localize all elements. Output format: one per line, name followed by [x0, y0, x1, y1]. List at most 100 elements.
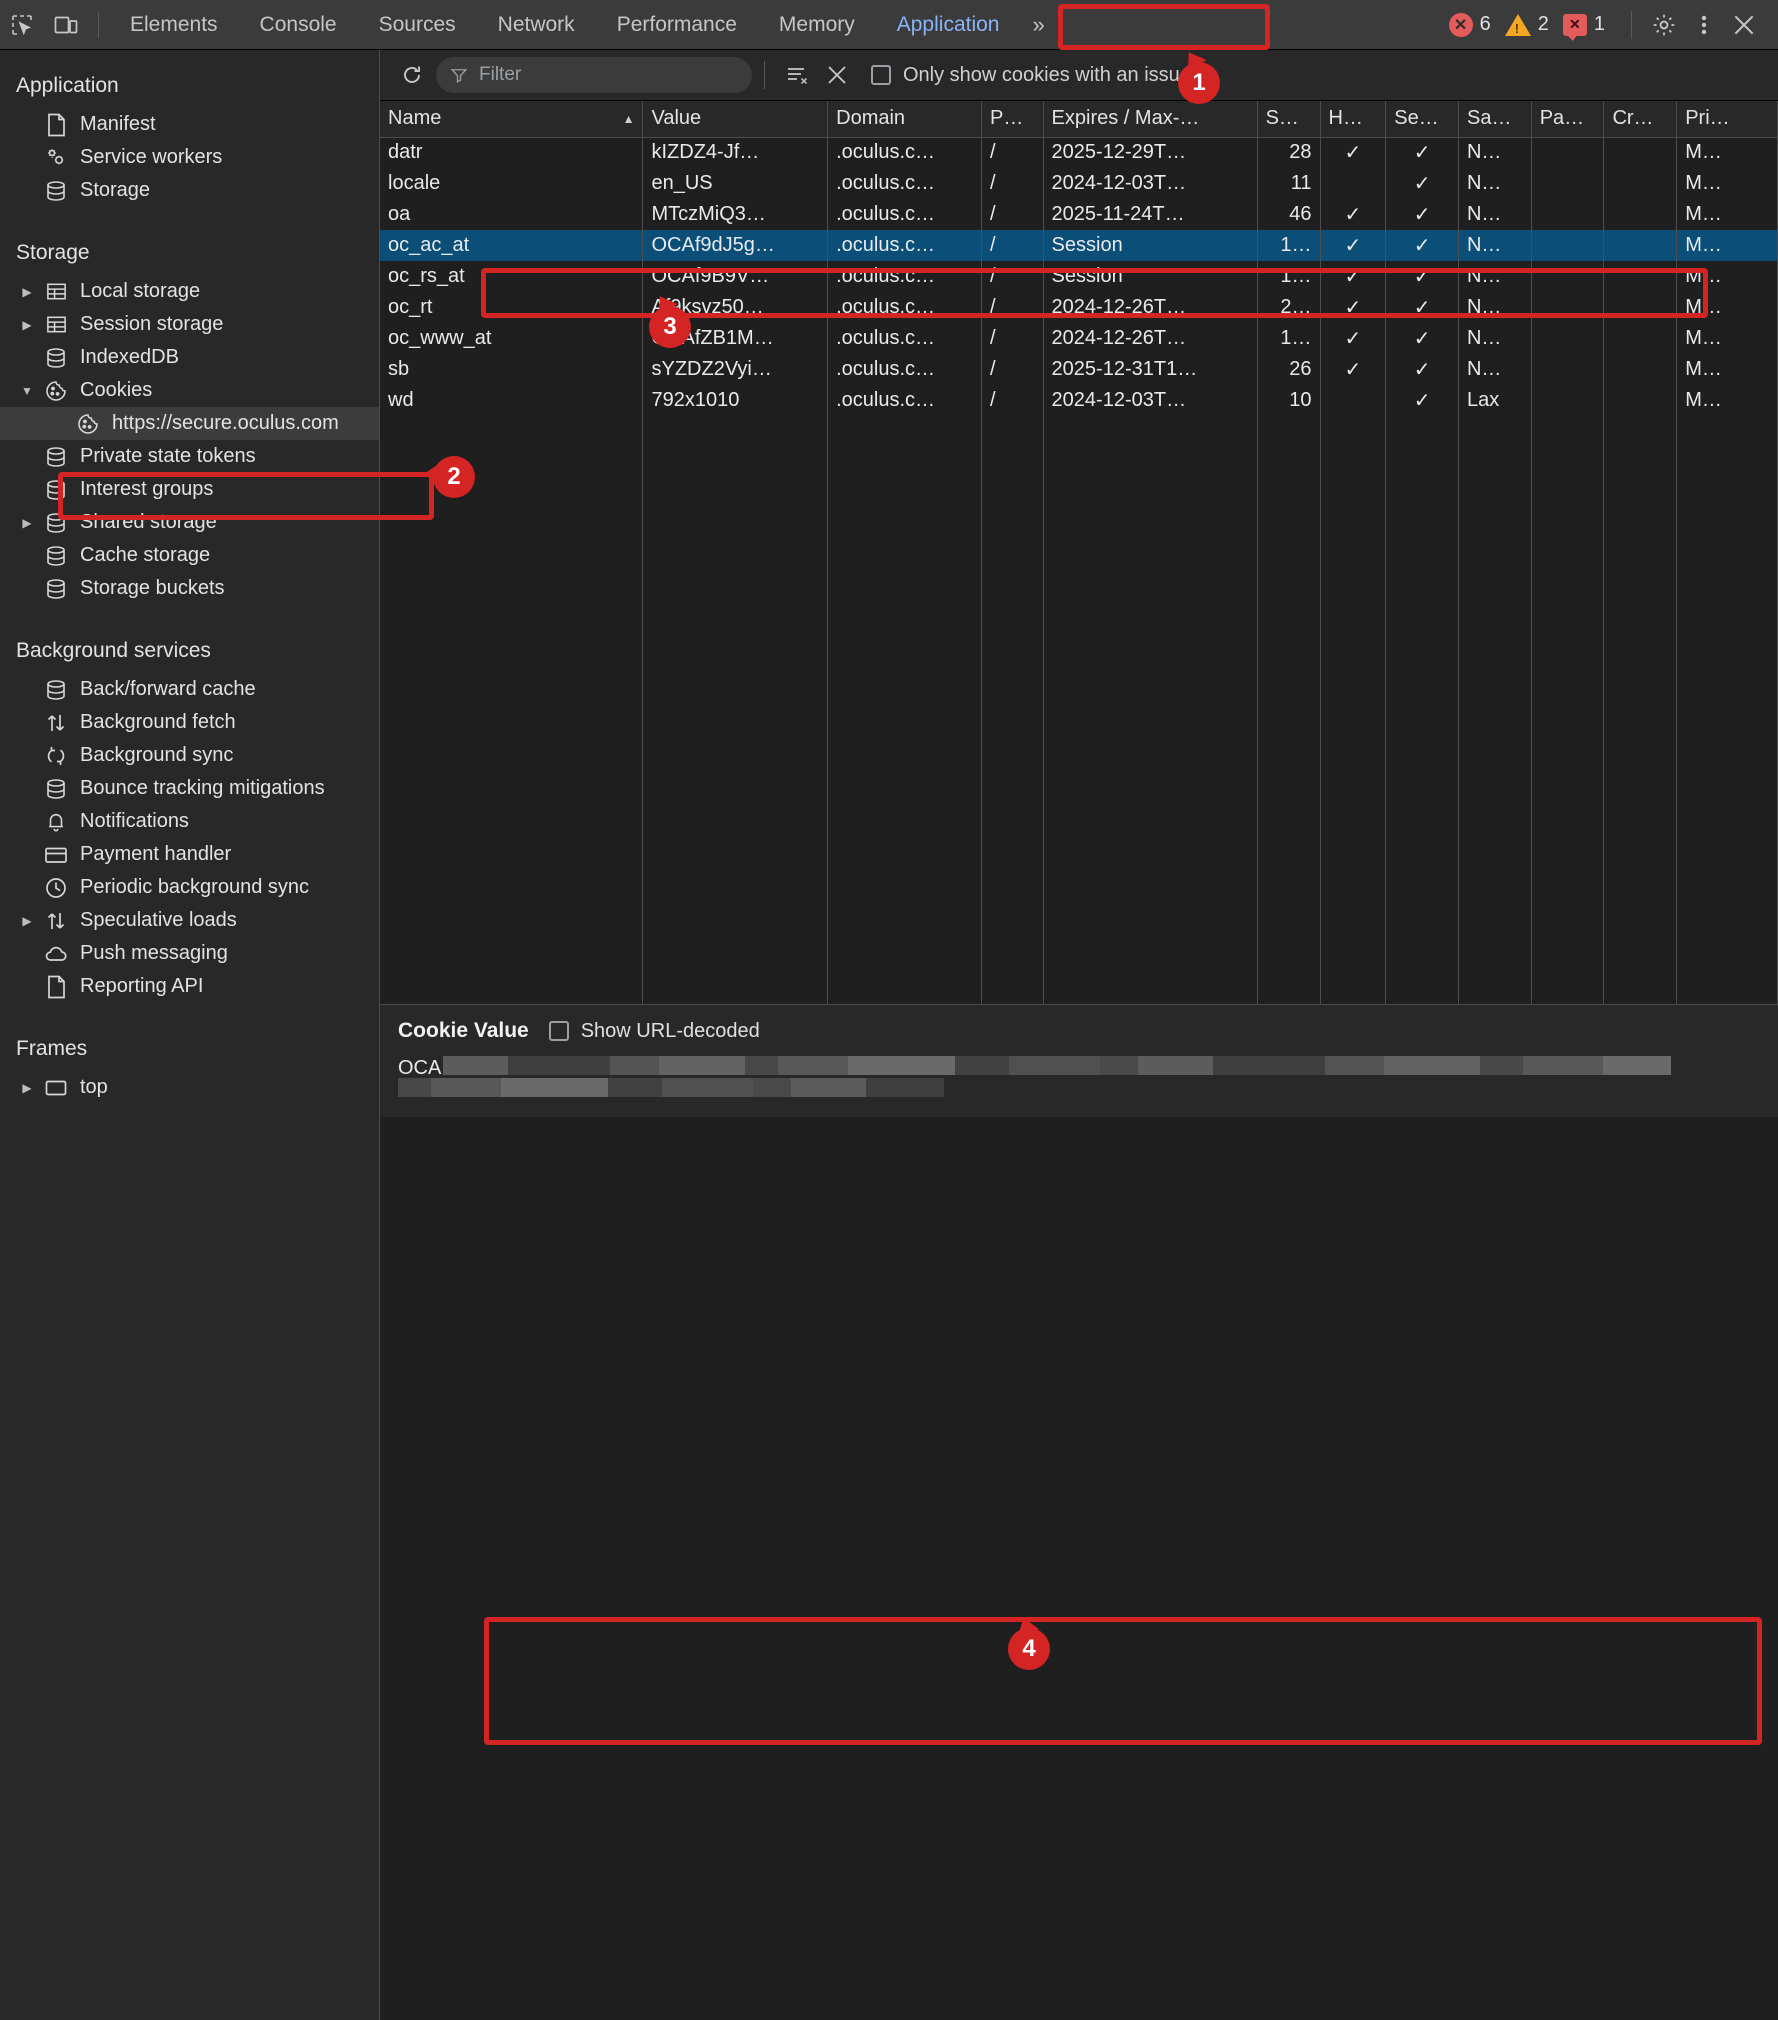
table-row[interactable]: oc_rt Af9ksvz50… .oculus.c…/2024-12-26T… 2…… — [380, 292, 1778, 323]
expand-arrow[interactable]: ▶ — [16, 1081, 38, 1095]
inspect-element-icon[interactable] — [0, 5, 44, 45]
frame-icon — [38, 1078, 74, 1098]
sidebar-item-shared-storage[interactable]: ▶ Shared storage — [0, 506, 379, 539]
expand-arrow[interactable]: ▶ — [16, 285, 38, 299]
table-row[interactable]: sb sYZDZ2Vyi… .oculus.c…/2025-12-31T1… 26 ✓ ✓… — [380, 354, 1778, 385]
only-issues-checkbox[interactable] — [871, 65, 891, 85]
table-row[interactable]: oa MTczMiQ3… .oculus.c…/2025-11-24T… 46 ✓ ✓ N…… — [380, 199, 1778, 230]
refresh-icon[interactable] — [392, 55, 432, 95]
filler-cell — [1257, 416, 1321, 1004]
sidebar-item-label: Shared storage — [80, 511, 217, 533]
sidebar-item-background-sync[interactable]: ▶ Background sync — [0, 739, 379, 772]
col-header-expires[interactable]: Expires / Max-… — [1043, 101, 1258, 138]
error-counter[interactable]: ✕ 6 — [1448, 12, 1491, 37]
error-icon: ✕ — [1448, 12, 1473, 37]
show-url-decoded-checkbox[interactable] — [548, 1021, 569, 1041]
col-header-httponly[interactable]: H… — [1320, 101, 1387, 138]
sidebar-item-manifest[interactable]: ▶ Manifest — [0, 108, 379, 141]
sidebar-item-interest-groups[interactable]: ▶ Interest groups — [0, 473, 379, 506]
tab-performance[interactable]: Performance — [596, 0, 758, 50]
filter-input[interactable]: Filter — [436, 57, 752, 93]
table-row[interactable]: oc_ac_at OCAf9dJ5g… .oculus.c… / Session 1… ✓ ✓… — [380, 230, 1778, 261]
cell-secure: ✓ — [1385, 354, 1459, 385]
sidebar-item-reporting-api[interactable]: ▶ Reporting API — [0, 970, 379, 1003]
warning-counter[interactable]: 2 — [1504, 13, 1549, 36]
col-header-crosssite[interactable]: Cr… — [1603, 101, 1678, 138]
cell-name: oc_ac_at — [380, 230, 644, 261]
sidebar-item-payment-handler[interactable]: ▶ Payment handler — [0, 838, 379, 871]
sidebar-item-private-state-tokens[interactable]: ▶ Private state tokens — [0, 440, 379, 473]
table-row[interactable]: datr kIZDZ4-Jf… .oculus.c…/2025-12-29T… 28 ✓… — [380, 137, 1778, 168]
fetch-icon — [38, 711, 74, 735]
sidebar-item-background-fetch[interactable]: ▶ Background fetch — [0, 706, 379, 739]
cell-domain: .oculus.c… — [827, 137, 982, 168]
sidebar-item-label: https://secure.oculus.com — [112, 412, 339, 434]
cell-httponly: ✓ — [1320, 137, 1387, 168]
col-header-size[interactable]: S… — [1257, 101, 1321, 138]
gear-icon[interactable] — [1644, 5, 1684, 45]
col-header-path[interactable]: P… — [981, 101, 1044, 138]
sidebar-item-cache-storage[interactable]: ▶ Cache storage — [0, 539, 379, 572]
col-header-secure[interactable]: Se… — [1385, 101, 1459, 138]
sidebar-item-push-messaging[interactable]: ▶ Push messaging — [0, 937, 379, 970]
only-issues-checkbox-group[interactable]: Only show cookies with an issue — [871, 64, 1191, 87]
sidebar-item-notifications[interactable]: ▶ Notifications — [0, 805, 379, 838]
col-header-samesite[interactable]: Sa… — [1458, 101, 1532, 138]
cookies-table-container[interactable]: Name ▲ Value Domain P… Expires / Max-… S…… — [380, 101, 1778, 1004]
tab-console[interactable]: Console — [239, 0, 358, 50]
close-icon[interactable] — [1724, 5, 1764, 45]
more-options-icon[interactable] — [1684, 5, 1724, 45]
cell-samesite: N… — [1458, 137, 1532, 168]
sidebar-item-top-frame[interactable]: ▶ top — [0, 1071, 379, 1104]
tab-elements[interactable]: Elements — [109, 0, 239, 50]
cell-expires: Session — [1043, 261, 1258, 292]
message-counter[interactable]: ✕ 1 — [1562, 13, 1605, 41]
sidebar-item-storage[interactable]: ▶ Storage — [0, 174, 379, 207]
sidebar-item-label: Periodic background sync — [80, 876, 310, 898]
more-tabs-icon[interactable]: » — [1020, 0, 1056, 50]
sidebar-item-label: IndexedDB — [80, 346, 179, 368]
sidebar-item-speculative-loads[interactable]: ▶ Speculative loads — [0, 904, 379, 937]
sidebar-item-session-storage[interactable]: ▶ Session storage — [0, 308, 379, 341]
sidebar-item-back-forward-cache[interactable]: ▶ Back/forward cache — [0, 673, 379, 706]
table-row[interactable]: wd 792x1010 .oculus.c…/2024-12-03T… 10 ✓ Lax M… — [380, 385, 1778, 416]
sidebar-item-storage-buckets[interactable]: ▶ Storage buckets — [0, 572, 379, 605]
annotation-badge-1: 1 — [1178, 62, 1220, 104]
sidebar-item-bounce-tracking-mitigations[interactable]: ▶ Bounce tracking mitigations — [0, 772, 379, 805]
device-toolbar-icon[interactable] — [44, 5, 88, 45]
show-url-decoded-group[interactable]: Show URL-decoded — [548, 1020, 760, 1043]
cell-name: datr — [380, 137, 644, 168]
tab-application[interactable]: Application — [876, 0, 1021, 50]
sidebar-item-label: Cookies — [80, 379, 153, 401]
collapse-arrow[interactable]: ▼ — [16, 384, 38, 398]
col-header-value[interactable]: Value — [642, 101, 829, 138]
table-row[interactable]: oc_rs_at OCAf9B9V… .oculus.c… / Session 1… ✓ ✓ N… — [380, 261, 1778, 292]
expand-arrow[interactable]: ▶ — [16, 914, 38, 928]
expand-arrow[interactable]: ▶ — [16, 318, 38, 332]
sidebar-item-label: top — [80, 1076, 108, 1098]
cell-name: sb — [380, 354, 644, 385]
col-header-name[interactable]: Name ▲ — [380, 101, 644, 138]
sidebar-item-local-storage[interactable]: ▶ Local storage — [0, 275, 379, 308]
clear-all-cookies-icon[interactable] — [817, 55, 857, 95]
cookie-value-body[interactable]: OCA — [398, 1056, 1760, 1101]
col-header-partition[interactable]: Pa… — [1531, 101, 1605, 138]
col-header-domain[interactable]: Domain — [827, 101, 982, 138]
sidebar-item-cookies-origin[interactable]: ▶ https://secure.oculus.com — [0, 407, 379, 440]
table-row[interactable]: locale en_US .oculus.c…/2024-12-03T… 11 ✓ N… M… — [380, 168, 1778, 199]
col-header-priority[interactable]: Pri… — [1676, 101, 1778, 138]
sidebar-item-periodic-background-sync[interactable]: ▶ Periodic background sync — [0, 871, 379, 904]
sidebar-item-label: Session storage — [80, 313, 224, 335]
expand-arrow[interactable]: ▶ — [16, 516, 38, 530]
tab-network[interactable]: Network — [477, 0, 596, 50]
sidebar-item-cookies[interactable]: ▼ Cookies — [0, 374, 379, 407]
table-row[interactable]: oc_www_at OCAfZB1M… .oculus.c…/2024-12-26T… — [380, 323, 1778, 354]
cell-crosssite — [1603, 354, 1678, 385]
clear-filtered-cookies-icon[interactable] — [777, 55, 817, 95]
sidebar-item-indexeddb[interactable]: ▶ IndexedDB — [0, 341, 379, 374]
tab-sources[interactable]: Sources — [358, 0, 477, 50]
sidebar-item-service-workers[interactable]: ▶ Service workers — [0, 141, 379, 174]
tab-memory[interactable]: Memory — [758, 0, 876, 50]
cell-value: OCAf9B9V… — [642, 261, 829, 292]
